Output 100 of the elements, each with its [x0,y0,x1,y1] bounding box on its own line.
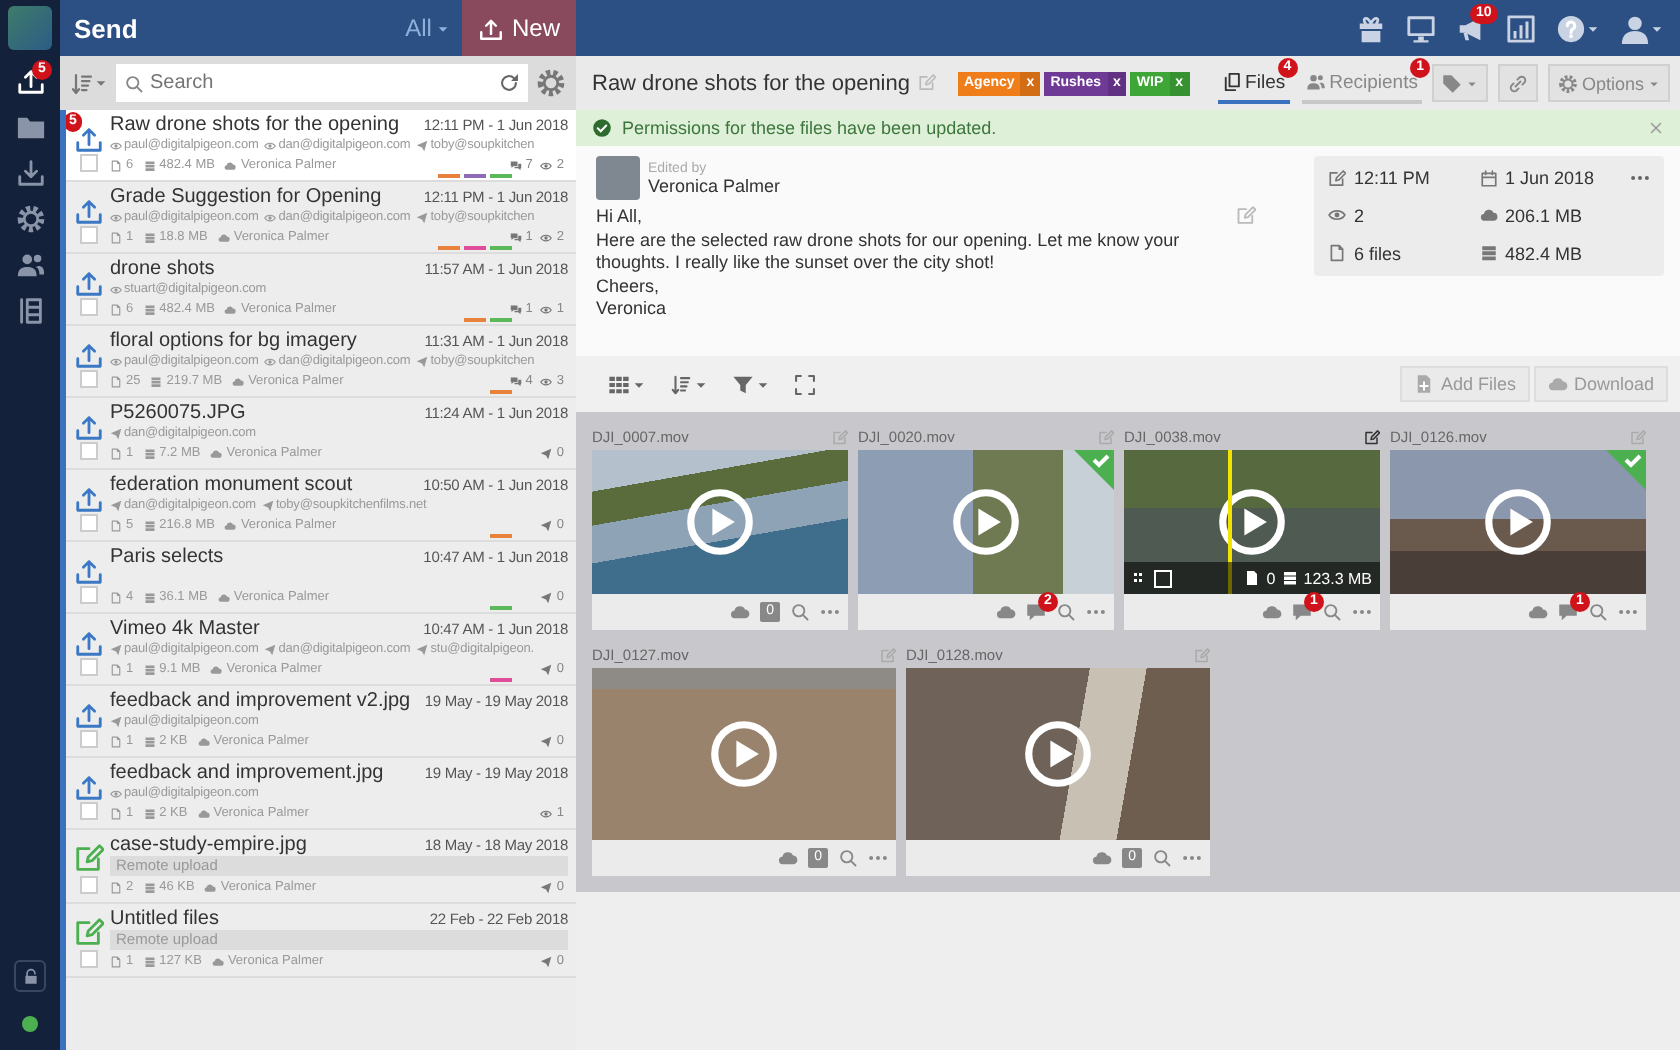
cloud-icon[interactable] [730,602,751,622]
search-icon[interactable] [1056,602,1076,622]
caret-icon [1465,77,1478,89]
gift-icon[interactable] [1356,13,1386,43]
row-checkbox[interactable] [79,298,97,316]
bar-chart-icon[interactable] [1506,13,1536,43]
settings-icon[interactable] [536,68,566,98]
row-checkbox[interactable] [79,154,97,172]
row-checkbox[interactable] [79,802,97,820]
eye-icon [264,139,277,151]
cloud-icon [232,375,245,387]
notice-text: Permissions for these files have been updated. [622,118,997,138]
view-menu-button[interactable] [608,373,646,395]
play-icon[interactable] [1216,486,1288,558]
comments-icon [509,231,522,243]
tag-menu-button[interactable] [1431,64,1488,102]
edit-icon[interactable] [1364,429,1380,445]
eye-icon [540,159,553,171]
row-checkbox[interactable] [79,658,97,676]
transfer-title: case-study-empire.jpg [110,834,309,856]
search-field[interactable]: Search [116,64,528,102]
lock-icon [21,967,39,985]
video-thumbnail-placeholder[interactable] [592,450,848,594]
message-text: Cheers, [596,275,662,298]
cloud-icon [204,881,217,893]
filter-button[interactable] [732,373,770,395]
monitor-icon[interactable] [1406,13,1436,43]
lock-button[interactable] [14,960,46,992]
video-thumbnail-placeholder[interactable] [1390,450,1646,594]
fullscreen-button[interactable] [794,373,816,395]
video-thumbnail-placeholder[interactable] [858,450,1114,594]
avatar-placeholder [596,156,640,200]
send-icon [110,643,122,655]
settings-icon [15,204,45,234]
file-count: 0 [1266,569,1276,587]
row-checkbox[interactable] [79,226,97,244]
grid-icon [608,373,630,395]
database-icon [143,663,156,675]
new-button[interactable]: New [461,0,576,56]
cloud-icon [217,231,230,243]
drag-handle-icon[interactable] [1132,570,1148,586]
database-icon [143,881,156,893]
search-icon[interactable] [838,848,858,868]
search-icon[interactable] [790,602,810,622]
cloud-icon[interactable] [1262,602,1282,622]
check-circle-icon [592,118,612,138]
sort-button[interactable] [670,373,708,395]
eye-icon [540,375,553,387]
video-thumbnail-placeholder[interactable] [592,668,896,840]
upload-tray-icon [73,412,103,442]
upload-tray-icon [73,700,103,730]
list-title: Send [72,13,140,43]
upload-tray-icon [73,124,103,154]
filter-dropdown[interactable]: All [393,14,462,42]
upload-tray-icon [73,772,103,802]
play-icon[interactable] [1482,486,1554,558]
help-icon[interactable] [1556,13,1586,43]
video-thumbnail-placeholder[interactable] [906,668,1210,840]
play-icon[interactable] [950,486,1022,558]
cloud-icon[interactable] [778,848,799,868]
close-icon[interactable] [1648,120,1664,136]
play-icon[interactable] [1022,718,1094,790]
row-checkbox[interactable] [79,586,97,604]
video-thumbnail-placeholder[interactable]: 0 123.3 MB [1124,450,1380,594]
eye-icon [540,231,553,243]
user-icon[interactable] [1620,13,1650,43]
scrubber-line[interactable] [1228,450,1233,594]
row-checkbox[interactable] [79,514,97,532]
refresh-icon[interactable] [498,72,520,94]
book-icon [15,296,45,326]
transfer-title: drone shots [110,258,217,280]
expand-icon [794,373,816,395]
row-checkbox[interactable] [79,730,97,748]
eye-icon [264,211,277,223]
send-icon [416,139,429,151]
cloud-icon[interactable] [1528,602,1548,622]
search-icon[interactable] [1322,602,1342,622]
row-checkbox[interactable] [79,876,97,894]
select-checkbox[interactable] [1154,569,1172,587]
cloud-icon [197,735,210,747]
transfer-title: Raw drone shots for the opening [110,114,402,136]
caret-icon [632,377,646,391]
row-checkbox[interactable] [79,442,97,460]
file-icon [110,591,122,603]
row-checkbox[interactable] [79,950,97,968]
search-icon[interactable] [1152,848,1172,868]
upload-tray-icon [73,340,103,370]
cloud-icon[interactable] [996,602,1016,622]
send-icon [261,499,274,511]
file-icon [110,663,122,675]
link-button[interactable] [1497,64,1538,102]
calendar-icon [1479,169,1497,188]
cloud-icon[interactable] [1092,848,1113,868]
row-checkbox[interactable] [79,370,97,388]
search-icon[interactable] [1588,602,1608,622]
play-icon[interactable] [684,486,756,558]
cloud-icon [197,807,210,819]
sort-button[interactable] [70,71,108,95]
transfer-title: feedback and improvement.jpg [110,762,386,784]
add-file-icon [1414,374,1435,394]
